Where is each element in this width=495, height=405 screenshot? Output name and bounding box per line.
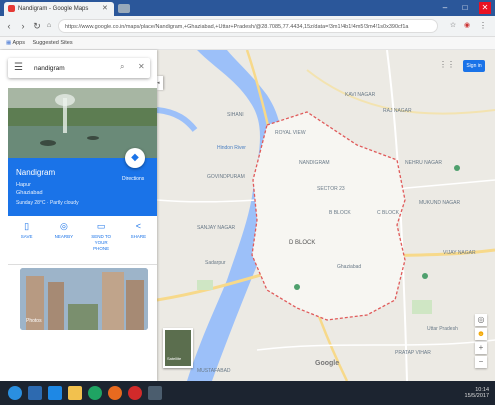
map-label: C BLOCK <box>377 210 399 216</box>
satellite-toggle[interactable]: Satellite <box>163 328 193 368</box>
nearby-icon: ◎ <box>59 221 68 231</box>
extension-icon[interactable]: ◉ <box>462 21 472 31</box>
divider <box>8 264 157 265</box>
place-info-card: Nandigram Hapur Ghaziabad Sunday 28°C · … <box>8 148 157 216</box>
windows-taskbar: 10:14 15/5/2017 <box>0 381 495 405</box>
minimize-icon[interactable]: – <box>439 2 451 14</box>
search-input[interactable] <box>34 62 114 74</box>
system-tray[interactable]: 10:14 15/5/2017 <box>465 387 489 399</box>
file-explorer-icon[interactable] <box>68 386 82 400</box>
clear-search-icon[interactable]: ✕ <box>138 62 145 71</box>
browser-tab-strip: Nandigram - Google Maps ✕ – □ ✕ <box>0 0 495 16</box>
window-controls: – □ ✕ <box>439 2 491 14</box>
map-label: GOVINDPURAM <box>207 174 245 180</box>
send-to-phone-label: SEND TO YOUR PHONE <box>91 234 112 251</box>
my-location-icon[interactable]: ◎ <box>475 314 487 326</box>
map-label: SANJAY NAGAR <box>197 225 236 231</box>
google-apps-icon[interactable]: ⋮⋮ <box>439 60 455 69</box>
chrome-icon[interactable] <box>88 386 102 400</box>
map-label: SIHANI <box>227 112 244 118</box>
map-label: MUSTAFABAD <box>197 368 231 374</box>
map-label: Uttar Pradesh <box>427 326 458 332</box>
maximize-icon[interactable]: □ <box>459 2 471 14</box>
tab-close-icon[interactable]: ✕ <box>102 2 108 16</box>
taskbar-app-icon[interactable] <box>148 386 162 400</box>
sign-in-button[interactable]: Sign in <box>463 60 485 72</box>
forward-icon[interactable]: › <box>18 21 28 31</box>
map-label: Hindon River <box>217 145 246 151</box>
save-icon: ▯ <box>24 221 30 231</box>
share-icon: < <box>135 221 141 231</box>
map-label: VIJAY NAGAR <box>443 250 476 256</box>
apps-grid-icon[interactable]: ▦ <box>6 40 11 46</box>
map-label: NANDIGRAM <box>299 160 330 166</box>
map-label: B BLOCK <box>329 210 351 216</box>
collapse-panel-button[interactable]: ◂ <box>157 76 163 90</box>
bookmark-suggested-sites[interactable]: Suggested Sites <box>33 40 73 46</box>
bookmark-star-icon[interactable]: ☆ <box>448 21 458 31</box>
hamburger-menu-icon[interactable]: ☰ <box>14 63 23 73</box>
zoom-out-button[interactable]: − <box>475 356 487 368</box>
pegman-icon[interactable]: ☻ <box>475 328 487 340</box>
place-region: Ghaziabad <box>16 190 43 196</box>
google-logo: Google <box>315 360 340 367</box>
save-label: SAVE <box>20 234 33 239</box>
internet-explorer-icon[interactable] <box>48 386 62 400</box>
directions-label[interactable]: Directions <box>122 176 144 182</box>
url-input[interactable]: https://www.google.co.in/maps/place/Nand… <box>58 19 438 33</box>
map-label: KAVI NAGAR <box>345 92 376 98</box>
nearby-label: NEARBY <box>54 234 74 239</box>
map-label: PRATAP VIHAR <box>395 350 431 356</box>
taskbar-app-icon[interactable] <box>28 386 42 400</box>
bookmarks-bar: ▦ Apps Suggested Sites <box>0 37 495 50</box>
search-icon[interactable]: ⌕ <box>120 62 124 72</box>
back-icon[interactable]: ‹ <box>4 21 14 31</box>
photos-label: Photos <box>26 318 42 324</box>
place-weather: Sunday 28°C · Partly cloudy <box>16 200 79 206</box>
map-label: RAJ NAGAR <box>383 108 412 114</box>
zoom-in-button[interactable]: + <box>475 342 487 354</box>
share-label: SHARE <box>130 234 147 239</box>
browser-tab[interactable]: Nandigram - Google Maps ✕ <box>4 2 114 16</box>
map-label: MUKUND NAGAR <box>419 200 461 206</box>
start-icon[interactable] <box>8 386 22 400</box>
map-label: SECTOR 23 <box>317 186 345 192</box>
map-label: ROYAL VIEW <box>275 130 306 136</box>
chrome-menu-icon[interactable]: ⋮ <box>478 21 488 31</box>
place-side-panel: ☰ ⌕ ✕ Nandigram Hapur Ghaziabad Sunday 2… <box>0 50 157 381</box>
directions-icon[interactable]: ◆ <box>125 148 145 168</box>
map-label: Ghaziabad <box>337 264 362 270</box>
satellite-label: Satellite <box>167 356 182 361</box>
tab-title: Nandigram - Google Maps <box>18 6 89 12</box>
share-button[interactable]: < SHARE <box>123 218 153 262</box>
search-box: ☰ ⌕ ✕ <box>8 58 150 78</box>
address-bar-row: ‹ › ↻ ⌂ https://www.google.co.in/maps/pl… <box>0 16 495 37</box>
maps-favicon-icon <box>8 4 15 12</box>
place-actions: ▯ SAVE ◎ NEARBY ▭ SEND TO YOUR PHONE < SHARE <box>8 218 157 262</box>
map-canvas[interactable]: ◂ ⋮⋮ Sign in KAVI NAGAR SIHANI ROYAL VIE… <box>157 50 495 381</box>
map-label: D BLOCK <box>289 240 316 246</box>
place-title: Nandigram <box>16 168 56 177</box>
home-icon[interactable]: ⌂ <box>44 21 54 31</box>
map-controls: ◎ ☻ + − <box>475 314 487 370</box>
clock-date: 15/5/2017 <box>464 393 489 399</box>
place-subtitle: Hapur <box>16 182 31 188</box>
bookmark-apps[interactable]: Apps <box>12 40 25 46</box>
send-to-phone-button[interactable]: ▭ SEND TO YOUR PHONE <box>86 218 116 262</box>
nearby-button[interactable]: ◎ NEARBY <box>49 218 79 262</box>
save-button[interactable]: ▯ SAVE <box>12 218 42 262</box>
reload-icon[interactable]: ↻ <box>32 21 42 31</box>
photos-card[interactable]: Photos <box>20 268 148 330</box>
map-label: NEHRU NAGAR <box>405 160 442 166</box>
window-close-icon[interactable]: ✕ <box>479 2 491 14</box>
send-to-phone-icon: ▭ <box>96 221 106 231</box>
opera-icon[interactable] <box>128 386 142 400</box>
nandigram-boundary <box>251 111 406 321</box>
map-label: Sadarpur <box>205 260 226 266</box>
new-tab-button[interactable] <box>118 4 130 13</box>
firefox-icon[interactable] <box>108 386 122 400</box>
